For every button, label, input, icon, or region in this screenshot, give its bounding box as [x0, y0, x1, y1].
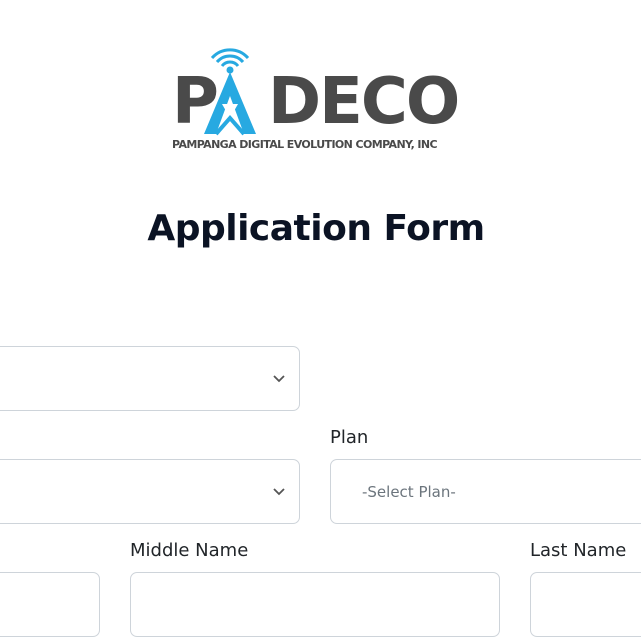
chevron-down-icon — [273, 374, 285, 383]
last-name-field[interactable] — [530, 572, 641, 637]
padeco-logo: P DECO PAMPANGA DIGITAL EVOLUTION COMPAN… — [172, 46, 460, 158]
first-name-field[interactable] — [0, 572, 100, 637]
middle-name-label: Middle Name — [130, 540, 249, 561]
page-title: Application Form — [147, 208, 485, 249]
last-name-label: Last Name — [530, 540, 627, 561]
logo-tagline: PAMPANGA DIGITAL EVOLUTION COMPANY, INC — [172, 138, 438, 151]
second-select[interactable] — [0, 459, 300, 524]
plan-select-value: -Select Plan- — [362, 482, 456, 501]
logo-word-deco: DECO — [268, 65, 460, 139]
plan-select[interactable]: -Select Plan- — [330, 459, 641, 524]
application-page: P DECO PAMPANGA DIGITAL EVOLUTION COMPAN… — [0, 0, 641, 641]
plan-label: Plan — [330, 427, 369, 448]
middle-name-field[interactable] — [130, 572, 500, 637]
chevron-down-icon — [273, 487, 285, 496]
top-select[interactable] — [0, 346, 300, 411]
